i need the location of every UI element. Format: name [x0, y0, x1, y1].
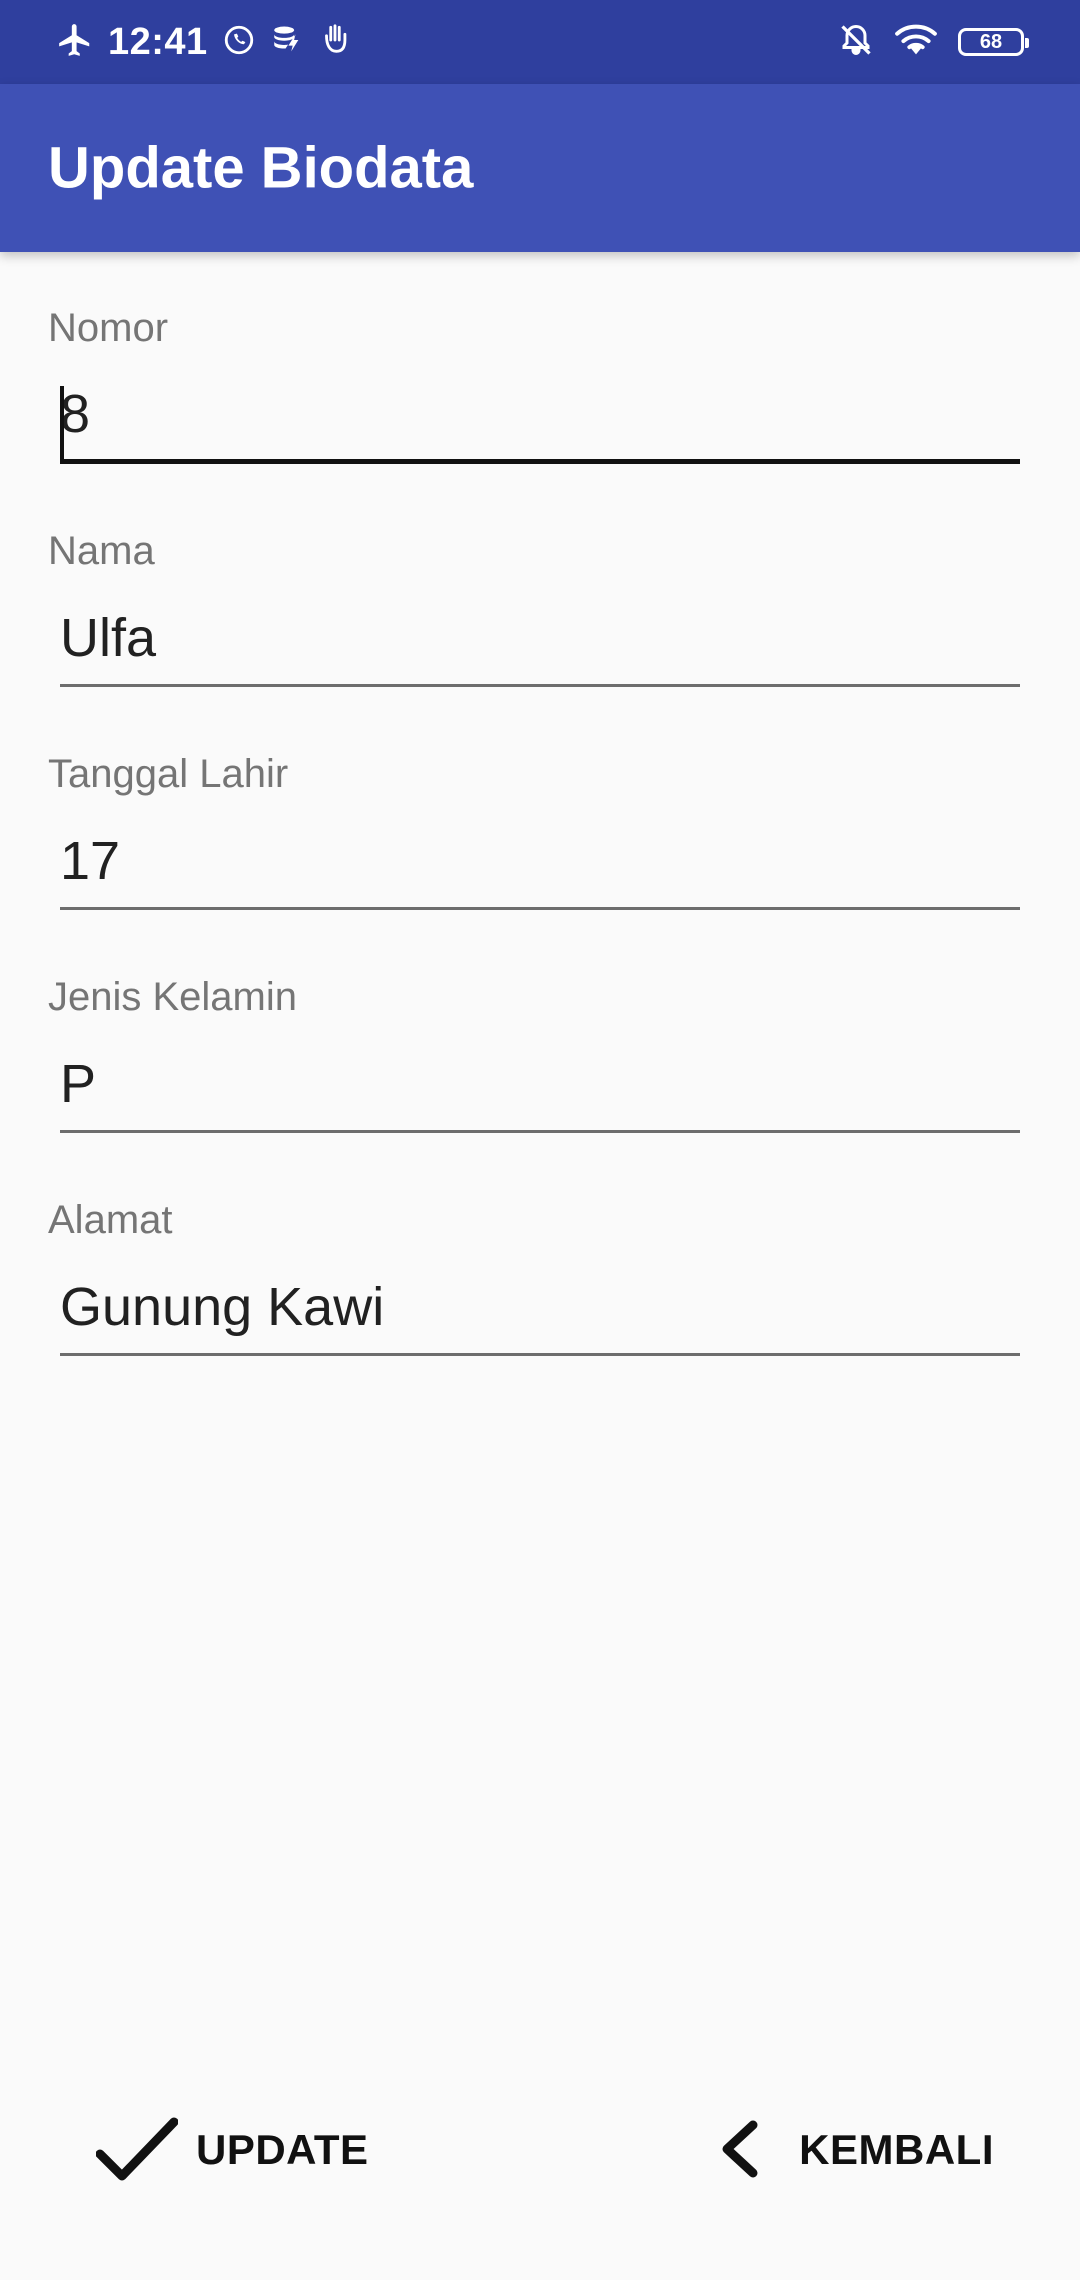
- check-icon: [95, 2116, 179, 2185]
- chevron-left-icon: [715, 2119, 765, 2182]
- status-right: 68: [838, 18, 1029, 66]
- status-left: 12:41: [56, 18, 352, 66]
- status-bar: 12:41 68: [0, 0, 1080, 84]
- back-button[interactable]: KEMBALI: [715, 2100, 994, 2200]
- status-time: 12:41: [108, 20, 208, 63]
- page-title: Update Biodata: [48, 135, 474, 201]
- jenis-kelamin-input[interactable]: [60, 1037, 1020, 1133]
- alamat-input[interactable]: [60, 1260, 1020, 1356]
- battery-icon: 68: [958, 28, 1029, 56]
- nama-label: Nama: [48, 529, 155, 573]
- nomor-label: Nomor: [48, 306, 169, 350]
- back-button-label: KEMBALI: [799, 2126, 994, 2173]
- whatsapp-icon: [222, 23, 256, 62]
- field-nama: Nama: [48, 529, 1032, 699]
- hand-icon: [318, 23, 352, 62]
- field-jenis-kelamin: Jenis Kelamin: [48, 975, 1032, 1145]
- wifi-icon: [894, 22, 938, 63]
- app-bar: Update Biodata: [0, 84, 1080, 252]
- airplane-icon: [56, 21, 94, 64]
- battery-level: 68: [979, 31, 1003, 53]
- field-tanggal-lahir: Tanggal Lahir: [48, 752, 1032, 922]
- data-saver-icon: [270, 23, 304, 62]
- update-button[interactable]: UPDATE: [95, 2100, 369, 2200]
- tanggal-lahir-input[interactable]: [60, 814, 1020, 910]
- field-nomor: Nomor: [48, 306, 1032, 476]
- nama-input[interactable]: [60, 591, 1020, 687]
- bell-off-icon: [838, 22, 874, 63]
- field-alamat: Alamat: [48, 1198, 1032, 1368]
- alamat-label: Alamat: [48, 1198, 173, 1242]
- update-button-label: UPDATE: [196, 2126, 369, 2173]
- tanggal-lahir-label: Tanggal Lahir: [48, 752, 289, 796]
- text-cursor: [60, 386, 64, 460]
- jenis-kelamin-label: Jenis Kelamin: [48, 975, 298, 1019]
- nomor-input[interactable]: [60, 368, 1020, 464]
